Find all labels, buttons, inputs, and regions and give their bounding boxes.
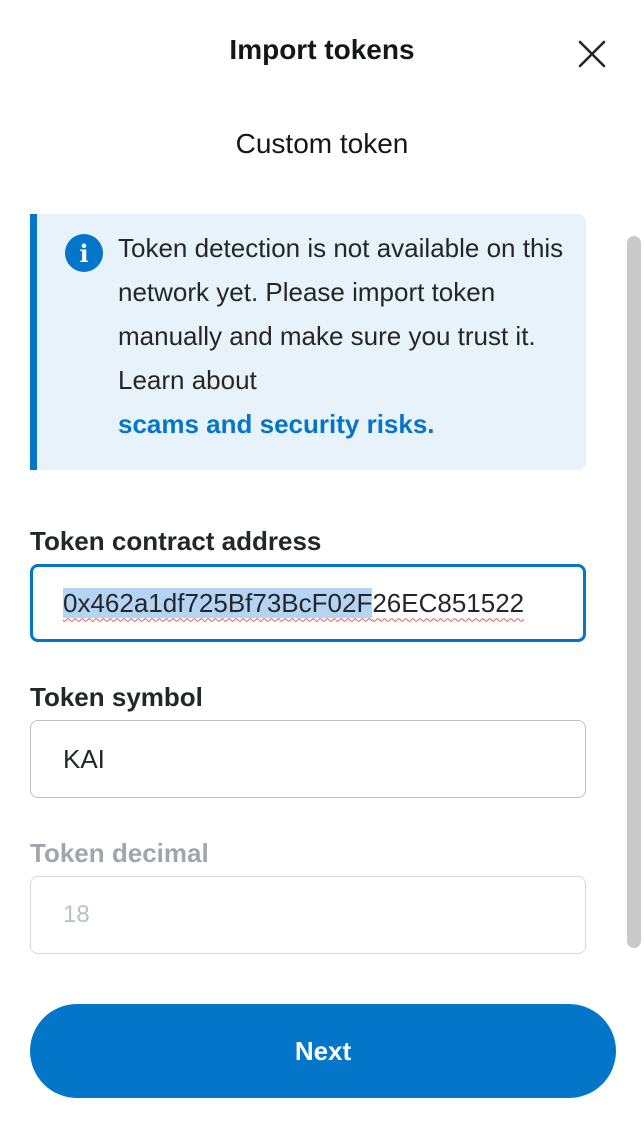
contract-address-rest-text: 26EC851522 (372, 587, 525, 618)
info-icon: i (65, 234, 103, 272)
contract-address-label: Token contract address (30, 526, 322, 556)
scrollbar-thumb[interactable] (627, 236, 641, 948)
tab-custom-token[interactable]: Custom token (0, 128, 644, 160)
scrollbar[interactable] (624, 236, 641, 948)
next-button[interactable]: Next (30, 1004, 616, 1098)
token-decimal-value: 18 (63, 901, 90, 928)
scams-security-link[interactable]: scams and security risks. (118, 402, 578, 446)
token-detection-notice: i Token detection is not available on th… (30, 214, 586, 470)
token-symbol-input[interactable]: KAI (30, 720, 586, 798)
notice-text: Token detection is not available on this… (118, 233, 564, 395)
contract-address-input[interactable]: 0x462a1df725Bf73BcF02F26EC851522 (30, 564, 586, 642)
token-decimal-label: Token decimal (30, 838, 209, 868)
contract-address-value: 0x462a1df725Bf73BcF02F26EC851522 (63, 587, 525, 619)
modal-title: Import tokens (229, 34, 415, 65)
notice-message: Token detection is not available on this… (118, 226, 578, 446)
token-symbol-label: Token symbol (30, 682, 203, 712)
import-tokens-modal: Import tokens Custom token i Token detec… (0, 0, 644, 1124)
contract-address-selected-text: 0x462a1df725Bf73BcF02F (63, 587, 373, 618)
token-symbol-value: KAI (63, 743, 105, 774)
close-icon (578, 40, 606, 68)
token-decimal-input: 18 (30, 876, 586, 954)
close-button[interactable] (572, 34, 612, 74)
